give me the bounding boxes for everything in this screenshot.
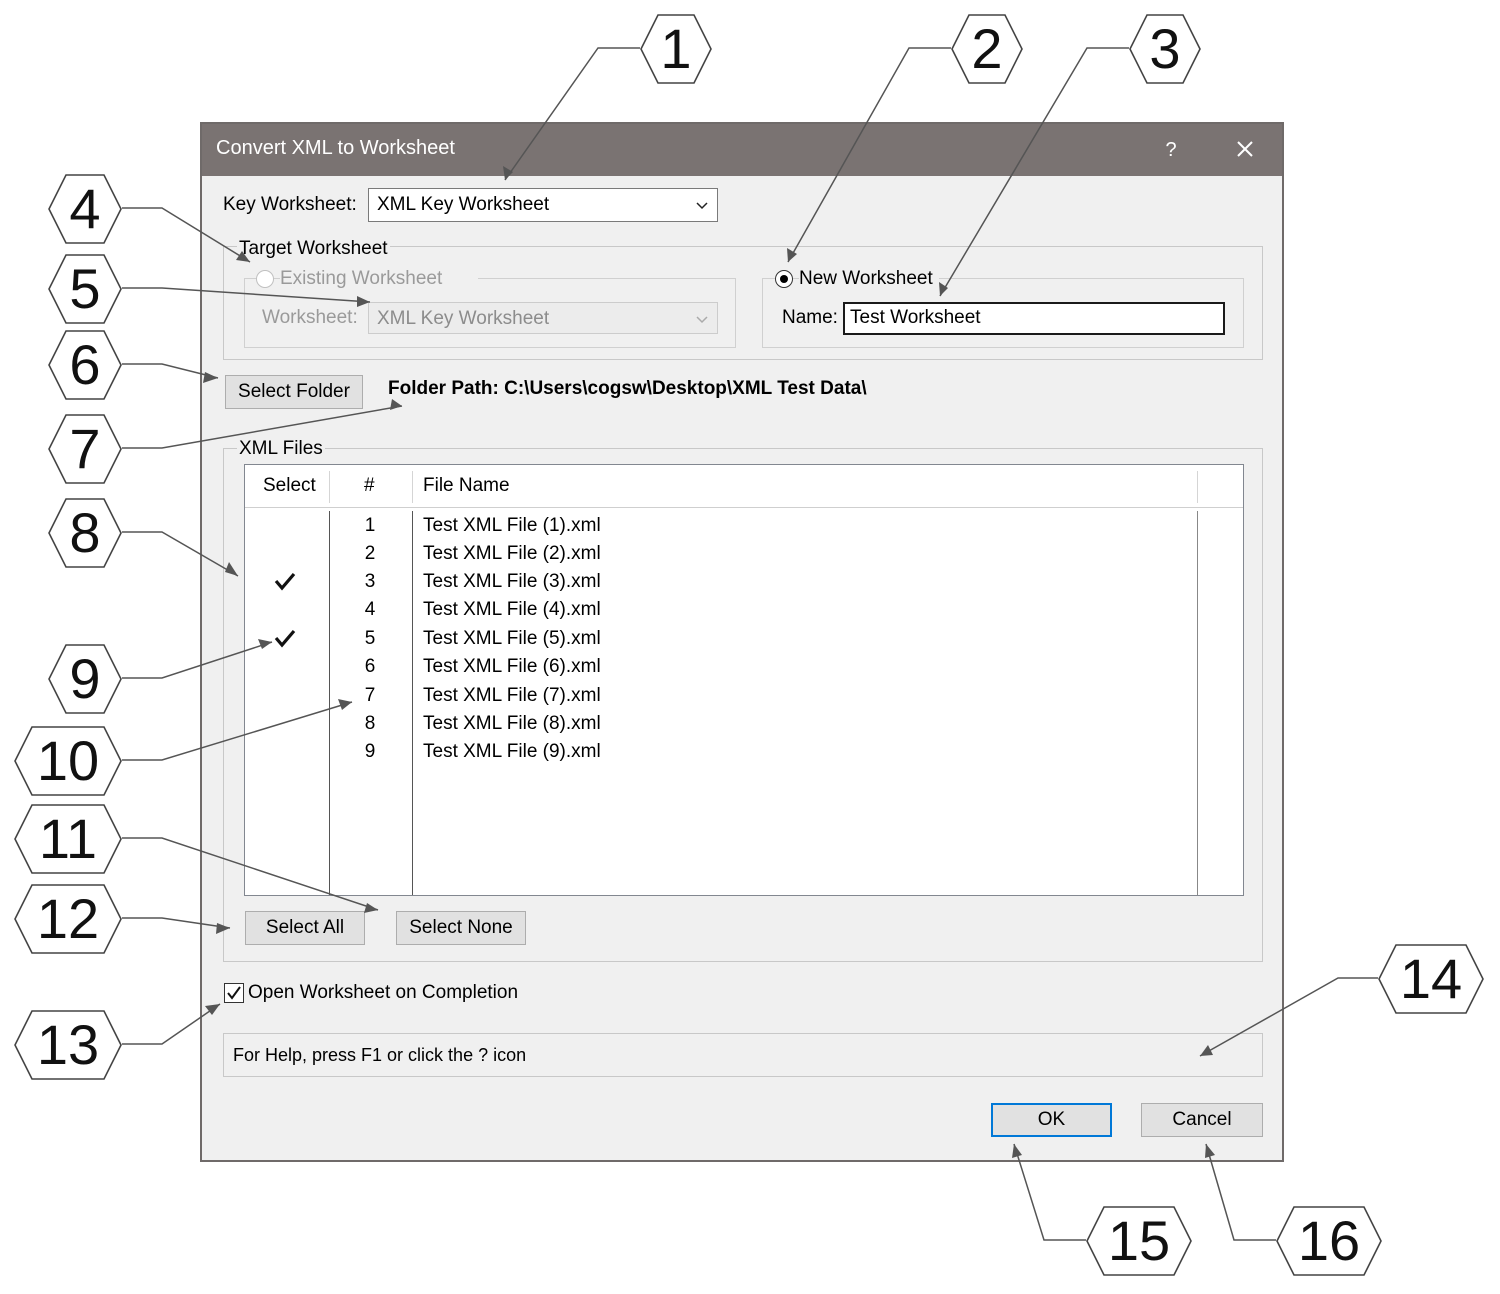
callout-marker: 6 [48, 330, 122, 400]
callout-marker: 5 [48, 254, 122, 324]
callout-marker: 3 [1129, 14, 1201, 84]
callout-marker: 1 [640, 14, 712, 84]
callout-marker: 4 [48, 174, 122, 244]
callout-marker: 12 [14, 884, 122, 954]
callout-number: 3 [1149, 17, 1181, 80]
callout-number: 7 [69, 417, 101, 480]
callout-marker: 14 [1378, 944, 1484, 1014]
callout-number: 9 [69, 647, 101, 710]
callout-marker: 9 [48, 644, 122, 714]
callout-number: 11 [38, 807, 98, 870]
callout-number: 5 [69, 257, 101, 320]
callout-number: 10 [36, 729, 100, 792]
callout-marker: 7 [48, 414, 122, 484]
callout-number: 14 [1399, 947, 1463, 1010]
callout-number: 13 [36, 1013, 100, 1076]
callout-marker: 16 [1276, 1206, 1382, 1276]
callout-marker: 10 [14, 726, 122, 796]
callout-number: 8 [69, 501, 101, 564]
callout-number: 1 [660, 17, 692, 80]
callout-marker: 11 [14, 804, 122, 874]
callout-number: 16 [1297, 1209, 1361, 1272]
callout-number: 15 [1107, 1209, 1171, 1272]
callout-marker: 15 [1086, 1206, 1192, 1276]
callout-number: 12 [36, 887, 100, 950]
callout-number: 6 [69, 333, 101, 396]
callout-marker: 8 [48, 498, 122, 568]
callout-number: 4 [69, 177, 101, 240]
callout-marker: 13 [14, 1010, 122, 1080]
callout-number: 2 [971, 17, 1003, 80]
callout-marker: 2 [951, 14, 1023, 84]
callout-leader-lines [122, 47, 1378, 1241]
